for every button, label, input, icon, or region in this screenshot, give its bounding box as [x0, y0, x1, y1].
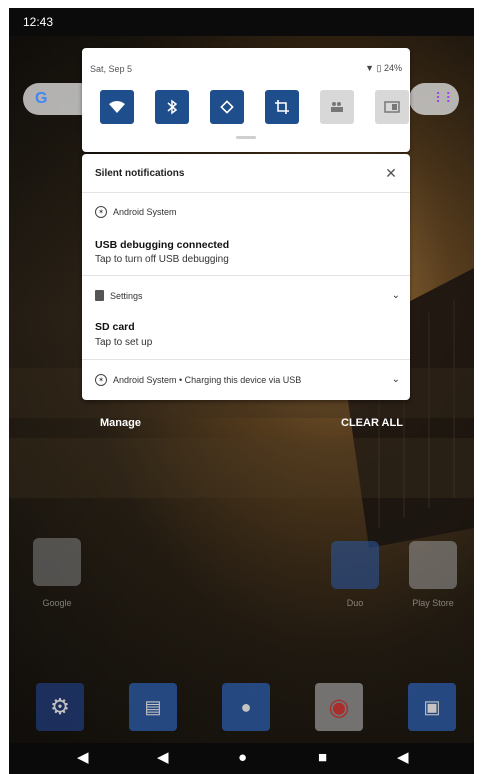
volume-up-icon[interactable]: ◀ — [397, 749, 409, 767]
notification-header: Silent notifications ✕ — [82, 154, 410, 193]
notification-section-title: Silent notifications — [95, 168, 185, 179]
screen: 12:43 G ⠇⠇ Sat, Sep 5 ▼ ▯ 24% Silent not… — [9, 8, 474, 774]
battery-percent: 24% — [383, 63, 402, 73]
manage-button[interactable]: Manage — [100, 417, 141, 429]
cast-tile[interactable] — [375, 90, 409, 124]
notification-panel: Silent notifications ✕ ✶ Android System … — [82, 154, 410, 400]
notification-app-row: ✶ Android System • Charging this device … — [95, 374, 301, 386]
notification-title: SD card — [95, 321, 135, 333]
settings-icon[interactable]: ⚙ — [36, 683, 84, 731]
notification-app-name: Settings — [110, 290, 143, 301]
wifi-icon — [109, 101, 125, 113]
google-folder-icon[interactable] — [33, 538, 81, 586]
google-apps-icon[interactable]: ⠇⠇ — [435, 90, 456, 107]
notification-app-name: Android System • Charging this device vi… — [113, 375, 302, 385]
close-icon[interactable]: ✕ — [382, 164, 400, 182]
wifi-signal-icon: ▼ — [365, 63, 374, 73]
android-system-icon: ✶ — [95, 206, 107, 218]
back-icon[interactable]: ◀ — [157, 749, 169, 767]
home-icon[interactable]: ● — [238, 749, 247, 767]
status-bar: 12:43 — [9, 8, 474, 36]
notification-text: Tap to set up — [95, 337, 153, 348]
qs-status-icons: ▼ ▯ 24% — [365, 63, 402, 74]
app-label-google: Google — [42, 598, 72, 608]
meet-tile[interactable] — [320, 90, 354, 124]
chrome-icon[interactable]: ◉ — [315, 683, 363, 731]
notification-app-row: Settings — [95, 290, 143, 301]
recents-icon[interactable]: ■ — [318, 749, 327, 767]
bluetooth-tile[interactable] — [155, 90, 189, 124]
crop-icon — [275, 100, 289, 114]
battery-icon: ▯ — [376, 63, 382, 73]
device-frame: 12:43 G ⠇⠇ Sat, Sep 5 ▼ ▯ 24% Silent not… — [0, 0, 483, 774]
wifi-tile[interactable] — [100, 90, 134, 124]
quick-settings-panel: Sat, Sep 5 ▼ ▯ 24% — [82, 48, 410, 152]
notification-card[interactable]: Settings ⌄ SD card Tap to set up — [82, 276, 410, 360]
notification-card[interactable]: ✶ Android System • Charging this device … — [82, 360, 410, 400]
duo-icon[interactable] — [331, 541, 379, 589]
meet-icon — [331, 102, 343, 112]
notification-text: Tap to turn off USB debugging — [95, 254, 229, 265]
screenshot-crop-tile[interactable] — [265, 90, 299, 124]
notification-title: USB debugging connected — [95, 239, 230, 251]
messages-icon[interactable]: ▤ — [129, 683, 177, 731]
bluetooth-icon — [167, 99, 178, 115]
notification-app-name: Android System — [113, 207, 177, 217]
contacts-icon[interactable]: ● — [222, 683, 270, 731]
cast-icon — [384, 101, 400, 113]
camera-icon[interactable]: ▣ — [408, 683, 456, 731]
google-logo-icon: G — [35, 90, 48, 107]
clear-all-button[interactable]: CLEAR ALL — [341, 417, 403, 429]
chevron-down-icon[interactable]: ⌄ — [392, 290, 400, 301]
notification-card[interactable]: ✶ Android System USB debugging connected… — [82, 192, 410, 276]
volume-down-icon[interactable]: ◀ — [77, 749, 89, 767]
sd-card-icon — [95, 290, 104, 301]
qs-tiles — [92, 90, 409, 124]
qs-date: Sat, Sep 5 — [90, 64, 133, 74]
auto-rotate-icon — [220, 100, 234, 114]
qs-drag-handle[interactable] — [236, 136, 256, 139]
navigation-bar: ◀ ◀ ● ■ ◀ — [9, 743, 474, 774]
notification-app-row: ✶ Android System — [95, 206, 177, 218]
play-store-icon[interactable] — [409, 541, 457, 589]
app-label-play-store: Play Store — [412, 598, 454, 608]
status-time: 12:43 — [23, 15, 54, 29]
android-system-icon: ✶ — [95, 374, 107, 386]
app-label-duo: Duo — [346, 598, 364, 608]
chevron-down-icon[interactable]: ⌄ — [392, 374, 400, 385]
auto-rotate-tile[interactable] — [210, 90, 244, 124]
